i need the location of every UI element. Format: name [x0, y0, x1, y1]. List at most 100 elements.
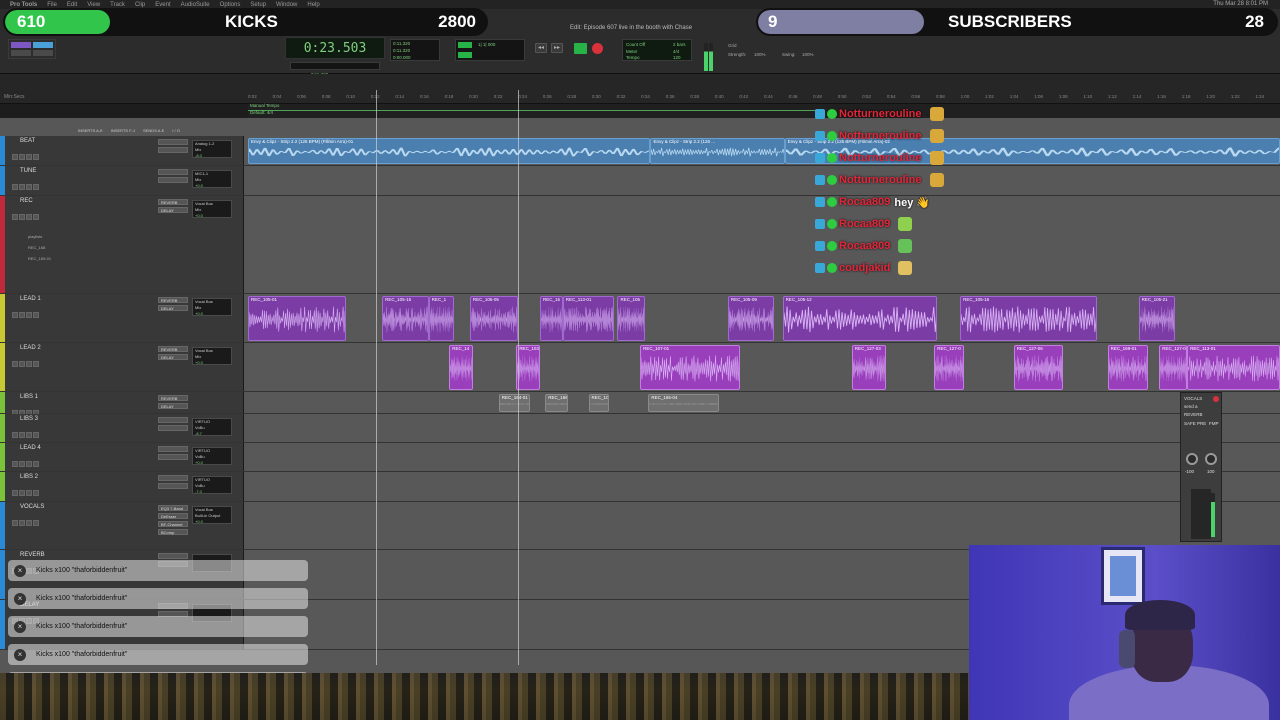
- track-name[interactable]: REVERB: [20, 552, 45, 558]
- track-name[interactable]: LEAD 2: [20, 345, 41, 351]
- solo-button[interactable]: [26, 214, 32, 220]
- track-header[interactable]: LEAD 4 VIRTUO VoBu +0.0: [0, 443, 244, 471]
- track-libs-3[interactable]: LIBS 3 VIRTUO VoBu -8.7: [0, 414, 1280, 443]
- audio-clip[interactable]: REC_105-12: [782, 296, 938, 341]
- audio-clip[interactable]: REC_1: [428, 296, 455, 341]
- column-header[interactable]: I / O: [172, 128, 180, 134]
- track-header[interactable]: VOCALS EQ3 7-Band DeEsser BF-Channel BComp Vo…: [0, 502, 244, 549]
- track-header[interactable]: REC REVERB DELAY Vocal Bus Mix +0.0 playlists R…: [0, 196, 244, 293]
- track-header[interactable]: LEAD 2 REVERB DELAY Vocal Bus Mix +0.0: [0, 343, 244, 391]
- audio-clip[interactable]: REC_127-06: [1013, 345, 1064, 390]
- close-icon[interactable]: [1213, 396, 1219, 402]
- io-volume-display[interactable]: Vocal Bus Built-in Output +0.0: [192, 506, 232, 524]
- send-fader[interactable]: [1191, 489, 1211, 539]
- insert-slot[interactable]: REVERB: [158, 395, 188, 401]
- shuffle-mode-button[interactable]: [11, 42, 31, 48]
- menu-item-clip[interactable]: Clip: [135, 2, 145, 8]
- record-enable-button[interactable]: [12, 214, 18, 220]
- menu-item-window[interactable]: Window: [276, 2, 297, 8]
- track-beat[interactable]: BEAT Analog 1-2 Mix -8.0 Envy & Clipz - Stri…: [0, 136, 1280, 166]
- track-name[interactable]: LIBS 2: [20, 474, 38, 480]
- audio-clip[interactable]: REC_15: [540, 296, 563, 341]
- insert-slot[interactable]: BComp: [158, 529, 188, 535]
- audio-clip[interactable]: Envy & Clipz - Strip 2.2 (126 ...: [650, 138, 785, 164]
- audio-clip[interactable]: REC_165-04: [648, 394, 719, 412]
- track-header[interactable]: TUNE MIC1-1 Mix +0.0: [0, 166, 244, 195]
- track-header[interactable]: LEAD 1 REVERB DELAY Vocal Bus Mix +0.0: [0, 294, 244, 342]
- track-rec[interactable]: REC REVERB DELAY Vocal Bus Mix +0.0 playlists R…: [0, 196, 1280, 346]
- insert-slot[interactable]: [158, 139, 188, 145]
- track-libs-2[interactable]: LIBS 2 VIRTUO VoBu -7.0: [0, 472, 1280, 502]
- io-volume-display[interactable]: VIRTUO VoBu +0.0: [192, 447, 232, 465]
- mute-button[interactable]: [33, 461, 39, 467]
- menu-item-setup[interactable]: Setup: [250, 2, 266, 8]
- volume-value[interactable]: +0.0: [193, 183, 231, 188]
- record-enable-button[interactable]: [12, 461, 18, 467]
- insert-slot[interactable]: [158, 553, 188, 559]
- volume-value[interactable]: -7.0: [193, 489, 231, 494]
- track-name[interactable]: TUNE: [20, 168, 36, 174]
- close-icon[interactable]: ×: [14, 648, 26, 661]
- track-name[interactable]: REC: [20, 198, 33, 204]
- audio-clip[interactable]: REC_169-01: [1107, 345, 1148, 390]
- output-window-fmp[interactable]: FMP: [1209, 421, 1219, 426]
- track-playlist-lane[interactable]: REC_105-01 REC_105-15 REC_1 REC_105-05 REC_1…: [248, 294, 1280, 342]
- menu-item-event[interactable]: Event: [155, 2, 170, 8]
- edit-cursor[interactable]: [518, 90, 519, 665]
- insert-slot[interactable]: [158, 454, 188, 460]
- solo-button[interactable]: [26, 154, 32, 160]
- insert-slot[interactable]: REVERB: [158, 199, 188, 205]
- grid-settings[interactable]: Grid Strength: 100% Swing: 100%: [728, 43, 828, 59]
- insert-slot[interactable]: [158, 169, 188, 175]
- solo-button[interactable]: [26, 432, 32, 438]
- output-window-safe[interactable]: SAFE: [1184, 421, 1196, 426]
- audio-clip[interactable]: Envy & Clipz - Strip 2.2 (126 BPM) (Fill…: [248, 138, 651, 164]
- audio-clip[interactable]: REC_127-0: [1159, 345, 1188, 390]
- play-button[interactable]: [574, 43, 587, 54]
- audio-clip[interactable]: REC_105-05: [469, 296, 519, 341]
- insert-slot[interactable]: [158, 147, 188, 153]
- volume-value[interactable]: -8.7: [193, 431, 231, 436]
- audio-clip[interactable]: REC_105-16: [960, 296, 1098, 341]
- io-volume-display[interactable]: MIC1-1 Mix +0.0: [192, 170, 232, 188]
- solo-button[interactable]: [26, 490, 32, 496]
- tempo-ruler[interactable]: Manual Tempo Default: 4/4: [248, 103, 1280, 118]
- track-playlist-lane[interactable]: REC_164-01 REC_166 REC_1C REC_165-04: [248, 392, 1280, 413]
- audio-clip[interactable]: REC_14: [449, 345, 473, 390]
- menu-item-options[interactable]: Options: [220, 2, 241, 8]
- record-enable-button[interactable]: [12, 154, 18, 160]
- track-tune[interactable]: TUNE MIC1-1 Mix +0.0: [0, 166, 1280, 196]
- mute-button[interactable]: [33, 432, 39, 438]
- close-icon[interactable]: ×: [14, 620, 26, 633]
- spot-mode-button[interactable]: [33, 42, 53, 48]
- fastforward-button[interactable]: ▸▸: [551, 43, 563, 53]
- io-volume-display[interactable]: Vocal Bus Mix +0.0: [192, 298, 232, 316]
- audio-clip[interactable]: REC_105-09: [727, 296, 775, 341]
- track-name[interactable]: LIBS 1: [20, 394, 38, 400]
- track-name[interactable]: LIBS 3: [20, 416, 38, 422]
- selection-display[interactable]: 0:11.320 0:11.320 0:00.000: [390, 39, 440, 61]
- io-volume-display[interactable]: VIRTUO VoBu -7.0: [192, 476, 232, 494]
- audio-clip[interactable]: REC_105-15: [382, 296, 429, 341]
- playlist-lane-label[interactable]: REC_169-01: [28, 256, 51, 261]
- audio-clip[interactable]: REC_1C: [588, 394, 610, 412]
- track-header[interactable]: BEAT Analog 1-2 Mix -8.0: [0, 136, 244, 165]
- audio-clip[interactable]: REC_164-01: [498, 394, 530, 412]
- track-lead-2[interactable]: LEAD 2 REVERB DELAY Vocal Bus Mix +0.0 REC_14 R…: [0, 343, 1280, 392]
- column-header[interactable]: SENDS A-E: [143, 128, 164, 134]
- column-header[interactable]: INSERTS A-E: [78, 128, 103, 134]
- io-volume-display[interactable]: Vocal Bus Mix +0.0: [192, 347, 232, 365]
- mute-button[interactable]: [33, 361, 39, 367]
- pan-knob-left[interactable]: [1186, 453, 1198, 465]
- insert-slot[interactable]: [158, 177, 188, 183]
- menu-item-track[interactable]: Track: [110, 2, 125, 8]
- main-counter[interactable]: 0:23.503: [285, 37, 385, 59]
- track-header[interactable]: LIBS 2 VIRTUO VoBu -7.0: [0, 472, 244, 501]
- solo-button[interactable]: [26, 184, 32, 190]
- io-volume-display[interactable]: Analog 1-2 Mix -8.0: [192, 140, 232, 158]
- record-enable-button[interactable]: [12, 520, 18, 526]
- insert-slot[interactable]: DELAY: [158, 207, 188, 213]
- solo-button[interactable]: [26, 461, 32, 467]
- audio-clip[interactable]: REC_113-01: [562, 296, 615, 341]
- record-button[interactable]: [592, 43, 603, 54]
